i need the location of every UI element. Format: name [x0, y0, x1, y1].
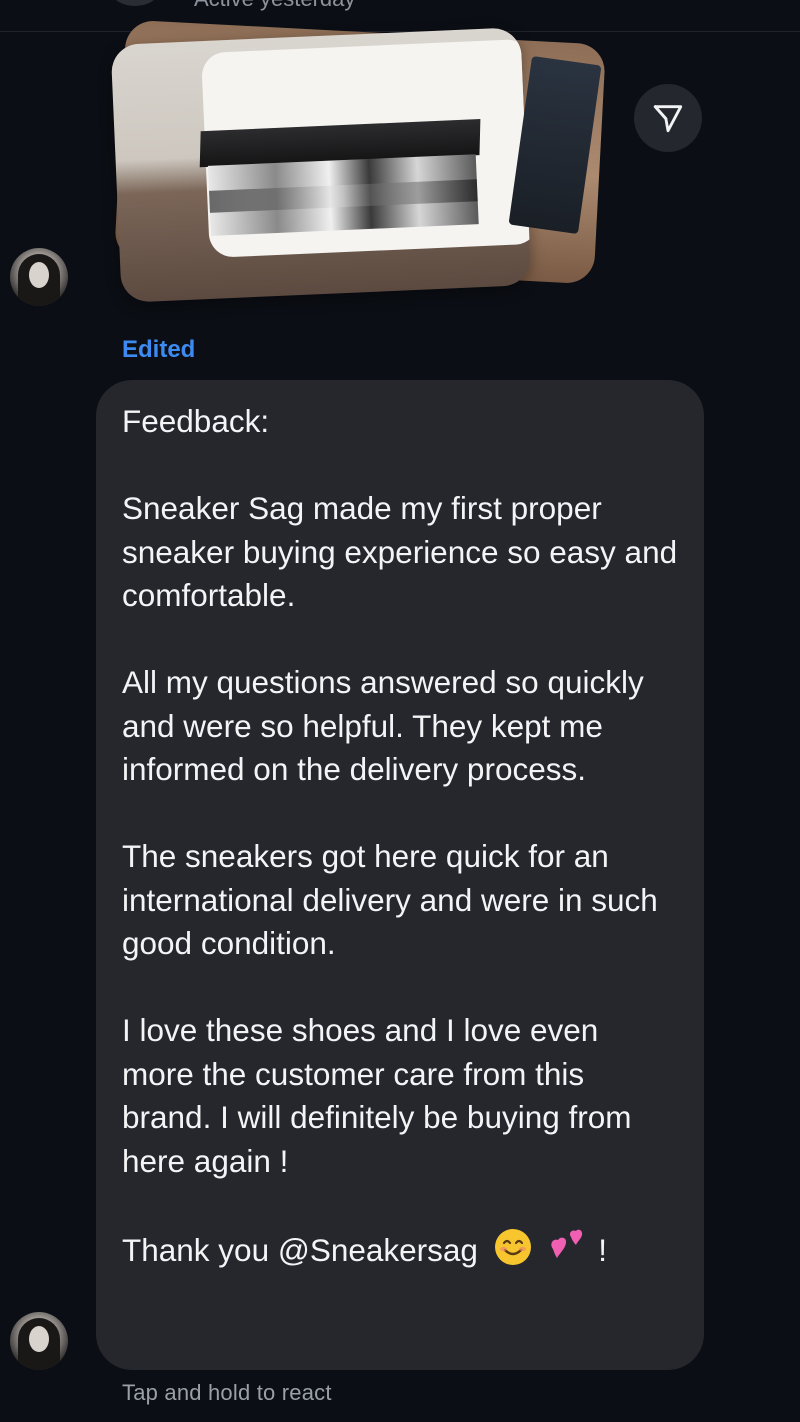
avatar-face: [29, 1326, 49, 1352]
active-status: Active yesterday: [194, 0, 355, 12]
message-closing: Thank you @Sneakersag !: [122, 1227, 678, 1273]
message-paragraph: All my questions answered so quickly and…: [122, 664, 644, 787]
message-paragraph: Feedback:: [122, 403, 270, 439]
react-hint: Tap and hold to react: [122, 1380, 332, 1405]
closing-text: Thank you @Sneakersag: [122, 1231, 478, 1268]
two-hearts-emoji: [551, 1229, 583, 1258]
message-bubble[interactable]: Feedback: Sneaker Sag made my first prop…: [96, 380, 704, 1370]
closing-end: !: [598, 1231, 607, 1268]
sender-avatar[interactable]: [10, 1312, 68, 1370]
edited-label[interactable]: Edited: [122, 336, 195, 364]
message-paragraph: Sneaker Sag made my first proper sneaker…: [122, 490, 678, 613]
share-button[interactable]: [634, 84, 702, 152]
chat-header: Active yesterday: [0, 0, 800, 32]
avatar-face: [29, 262, 49, 288]
photo-front-layer: [110, 27, 532, 303]
sender-avatar[interactable]: [10, 248, 68, 306]
message-paragraph: The sneakers got here quick for an inter…: [122, 838, 658, 961]
smiling-face-emoji: [494, 1228, 531, 1265]
paper-plane-icon: [653, 105, 683, 133]
header-avatar[interactable]: [112, 0, 158, 6]
shared-photo[interactable]: [100, 19, 610, 310]
message-paragraph: I love these shoes and I love even more …: [122, 1012, 632, 1179]
